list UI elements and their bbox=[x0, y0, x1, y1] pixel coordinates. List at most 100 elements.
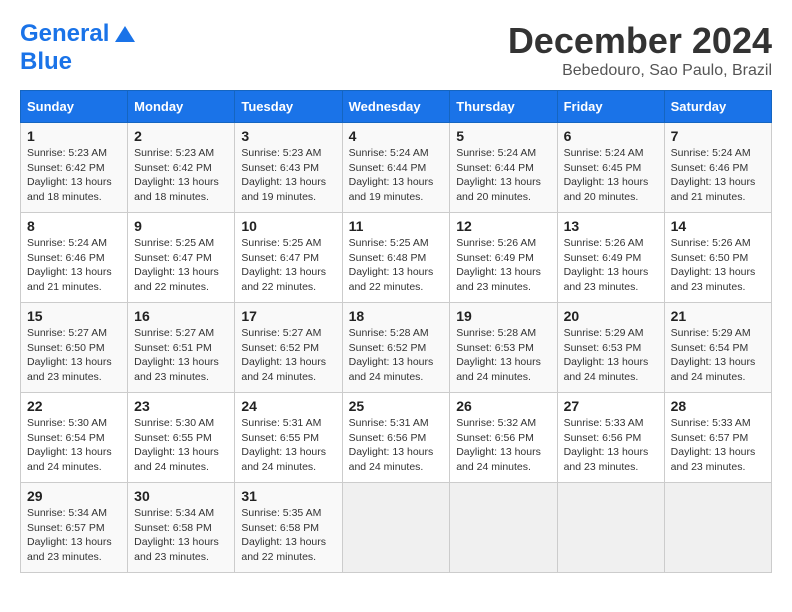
calendar-day-cell: 28 Sunrise: 5:33 AM Sunset: 6:57 PM Dayli… bbox=[664, 393, 771, 483]
day-info: Sunrise: 5:27 AM Sunset: 6:52 PM Dayligh… bbox=[241, 326, 335, 385]
header-wednesday: Wednesday bbox=[342, 91, 450, 123]
title-section: December 2024 Bebedouro, Sao Paulo, Braz… bbox=[508, 20, 772, 80]
day-info: Sunrise: 5:27 AM Sunset: 6:50 PM Dayligh… bbox=[27, 326, 121, 385]
header-thursday: Thursday bbox=[450, 91, 557, 123]
calendar-day-cell: 11 Sunrise: 5:25 AM Sunset: 6:48 PM Dayli… bbox=[342, 213, 450, 303]
calendar-day-cell: 26 Sunrise: 5:32 AM Sunset: 6:56 PM Dayli… bbox=[450, 393, 557, 483]
day-info: Sunrise: 5:24 AM Sunset: 6:46 PM Dayligh… bbox=[27, 236, 121, 295]
calendar-week-row: 15 Sunrise: 5:27 AM Sunset: 6:50 PM Dayli… bbox=[21, 303, 772, 393]
day-number: 18 bbox=[349, 308, 444, 324]
calendar-table: Sunday Monday Tuesday Wednesday Thursday… bbox=[20, 90, 772, 573]
day-number: 23 bbox=[134, 398, 228, 414]
calendar-day-cell: 21Sunrise: 5:29 AM Sunset: 6:54 PM Dayli… bbox=[664, 303, 771, 393]
calendar-day-cell: 19 Sunrise: 5:28 AM Sunset: 6:53 PM Dayli… bbox=[450, 303, 557, 393]
calendar-day-cell bbox=[450, 483, 557, 573]
logo-triangle-icon bbox=[115, 26, 135, 42]
calendar-day-cell: 2 Sunrise: 5:23 AM Sunset: 6:42 PM Daylig… bbox=[128, 123, 235, 213]
calendar-day-cell: 13 Sunrise: 5:26 AM Sunset: 6:49 PM Dayli… bbox=[557, 213, 664, 303]
day-number: 25 bbox=[349, 398, 444, 414]
calendar-day-cell: 15 Sunrise: 5:27 AM Sunset: 6:50 PM Dayli… bbox=[21, 303, 128, 393]
calendar-day-cell: 25Sunrise: 5:31 AM Sunset: 6:56 PM Dayli… bbox=[342, 393, 450, 483]
calendar-day-cell: 18Sunrise: 5:28 AM Sunset: 6:52 PM Dayli… bbox=[342, 303, 450, 393]
day-number: 15 bbox=[27, 308, 121, 324]
calendar-day-cell: 16 Sunrise: 5:27 AM Sunset: 6:51 PM Dayli… bbox=[128, 303, 235, 393]
day-info: Sunrise: 5:24 AM Sunset: 6:45 PM Dayligh… bbox=[564, 146, 658, 205]
day-info: Sunrise: 5:25 AM Sunset: 6:47 PM Dayligh… bbox=[241, 236, 335, 295]
day-info: Sunrise: 5:27 AM Sunset: 6:51 PM Dayligh… bbox=[134, 326, 228, 385]
day-number: 31 bbox=[241, 488, 335, 504]
day-info: Sunrise: 5:34 AM Sunset: 6:57 PM Dayligh… bbox=[27, 506, 121, 565]
day-info: Sunrise: 5:23 AM Sunset: 6:42 PM Dayligh… bbox=[27, 146, 121, 205]
calendar-header-row: Sunday Monday Tuesday Wednesday Thursday… bbox=[21, 91, 772, 123]
calendar-day-cell: 6 Sunrise: 5:24 AM Sunset: 6:45 PM Daylig… bbox=[557, 123, 664, 213]
calendar-day-cell: 14Sunrise: 5:26 AM Sunset: 6:50 PM Dayli… bbox=[664, 213, 771, 303]
day-number: 6 bbox=[564, 128, 658, 144]
day-number: 4 bbox=[349, 128, 444, 144]
day-info: Sunrise: 5:33 AM Sunset: 6:56 PM Dayligh… bbox=[564, 416, 658, 475]
header-tuesday: Tuesday bbox=[235, 91, 342, 123]
calendar-day-cell: 12 Sunrise: 5:26 AM Sunset: 6:49 PM Dayli… bbox=[450, 213, 557, 303]
day-number: 20 bbox=[564, 308, 658, 324]
page-header: General Blue December 2024 Bebedouro, Sa… bbox=[20, 20, 772, 80]
calendar-day-cell: 27Sunrise: 5:33 AM Sunset: 6:56 PM Dayli… bbox=[557, 393, 664, 483]
logo: General Blue bbox=[20, 20, 135, 76]
calendar-day-cell: 4Sunrise: 5:24 AM Sunset: 6:44 PM Daylig… bbox=[342, 123, 450, 213]
calendar-day-cell: 31Sunrise: 5:35 AM Sunset: 6:58 PM Dayli… bbox=[235, 483, 342, 573]
calendar-day-cell: 5Sunrise: 5:24 AM Sunset: 6:44 PM Daylig… bbox=[450, 123, 557, 213]
day-info: Sunrise: 5:23 AM Sunset: 6:42 PM Dayligh… bbox=[134, 146, 228, 205]
day-number: 29 bbox=[27, 488, 121, 504]
day-number: 22 bbox=[27, 398, 121, 414]
day-number: 16 bbox=[134, 308, 228, 324]
day-info: Sunrise: 5:26 AM Sunset: 6:49 PM Dayligh… bbox=[564, 236, 658, 295]
day-number: 19 bbox=[456, 308, 550, 324]
day-number: 5 bbox=[456, 128, 550, 144]
calendar-week-row: 1Sunrise: 5:23 AM Sunset: 6:42 PM Daylig… bbox=[21, 123, 772, 213]
day-number: 9 bbox=[134, 218, 228, 234]
day-number: 8 bbox=[27, 218, 121, 234]
calendar-day-cell: 24Sunrise: 5:31 AM Sunset: 6:55 PM Dayli… bbox=[235, 393, 342, 483]
day-info: Sunrise: 5:32 AM Sunset: 6:56 PM Dayligh… bbox=[456, 416, 550, 475]
subtitle: Bebedouro, Sao Paulo, Brazil bbox=[508, 62, 772, 80]
day-info: Sunrise: 5:26 AM Sunset: 6:50 PM Dayligh… bbox=[671, 236, 765, 295]
day-number: 7 bbox=[671, 128, 765, 144]
logo-general: General bbox=[20, 20, 109, 47]
day-number: 11 bbox=[349, 218, 444, 234]
calendar-week-row: 22Sunrise: 5:30 AM Sunset: 6:54 PM Dayli… bbox=[21, 393, 772, 483]
calendar-day-cell: 1Sunrise: 5:23 AM Sunset: 6:42 PM Daylig… bbox=[21, 123, 128, 213]
day-info: Sunrise: 5:28 AM Sunset: 6:53 PM Dayligh… bbox=[456, 326, 550, 385]
calendar-day-cell: 23 Sunrise: 5:30 AM Sunset: 6:55 PM Dayli… bbox=[128, 393, 235, 483]
day-info: Sunrise: 5:25 AM Sunset: 6:48 PM Dayligh… bbox=[349, 236, 444, 295]
day-number: 24 bbox=[241, 398, 335, 414]
day-number: 12 bbox=[456, 218, 550, 234]
day-number: 28 bbox=[671, 398, 765, 414]
day-number: 10 bbox=[241, 218, 335, 234]
calendar-day-cell: 22Sunrise: 5:30 AM Sunset: 6:54 PM Dayli… bbox=[21, 393, 128, 483]
calendar-day-cell: 9Sunrise: 5:25 AM Sunset: 6:47 PM Daylig… bbox=[128, 213, 235, 303]
calendar-day-cell bbox=[342, 483, 450, 573]
day-number: 3 bbox=[241, 128, 335, 144]
day-number: 13 bbox=[564, 218, 658, 234]
day-info: Sunrise: 5:30 AM Sunset: 6:55 PM Dayligh… bbox=[134, 416, 228, 475]
day-info: Sunrise: 5:23 AM Sunset: 6:43 PM Dayligh… bbox=[241, 146, 335, 205]
calendar-day-cell bbox=[557, 483, 664, 573]
day-number: 2 bbox=[134, 128, 228, 144]
calendar-day-cell: 17 Sunrise: 5:27 AM Sunset: 6:52 PM Dayli… bbox=[235, 303, 342, 393]
calendar-day-cell: 7 Sunrise: 5:24 AM Sunset: 6:46 PM Daylig… bbox=[664, 123, 771, 213]
calendar-day-cell: 8 Sunrise: 5:24 AM Sunset: 6:46 PM Daylig… bbox=[21, 213, 128, 303]
day-number: 26 bbox=[456, 398, 550, 414]
day-info: Sunrise: 5:24 AM Sunset: 6:46 PM Dayligh… bbox=[671, 146, 765, 205]
header-monday: Monday bbox=[128, 91, 235, 123]
logo-text: General bbox=[20, 20, 109, 48]
day-info: Sunrise: 5:29 AM Sunset: 6:54 PM Dayligh… bbox=[671, 326, 765, 385]
day-number: 30 bbox=[134, 488, 228, 504]
calendar-day-cell: 29 Sunrise: 5:34 AM Sunset: 6:57 PM Dayli… bbox=[21, 483, 128, 573]
header-friday: Friday bbox=[557, 91, 664, 123]
calendar-week-row: 29 Sunrise: 5:34 AM Sunset: 6:57 PM Dayli… bbox=[21, 483, 772, 573]
header-saturday: Saturday bbox=[664, 91, 771, 123]
main-title: December 2024 bbox=[508, 20, 772, 62]
calendar-day-cell: 20Sunrise: 5:29 AM Sunset: 6:53 PM Dayli… bbox=[557, 303, 664, 393]
calendar-day-cell: 10 Sunrise: 5:25 AM Sunset: 6:47 PM Dayli… bbox=[235, 213, 342, 303]
day-number: 17 bbox=[241, 308, 335, 324]
day-info: Sunrise: 5:33 AM Sunset: 6:57 PM Dayligh… bbox=[671, 416, 765, 475]
day-info: Sunrise: 5:26 AM Sunset: 6:49 PM Dayligh… bbox=[456, 236, 550, 295]
